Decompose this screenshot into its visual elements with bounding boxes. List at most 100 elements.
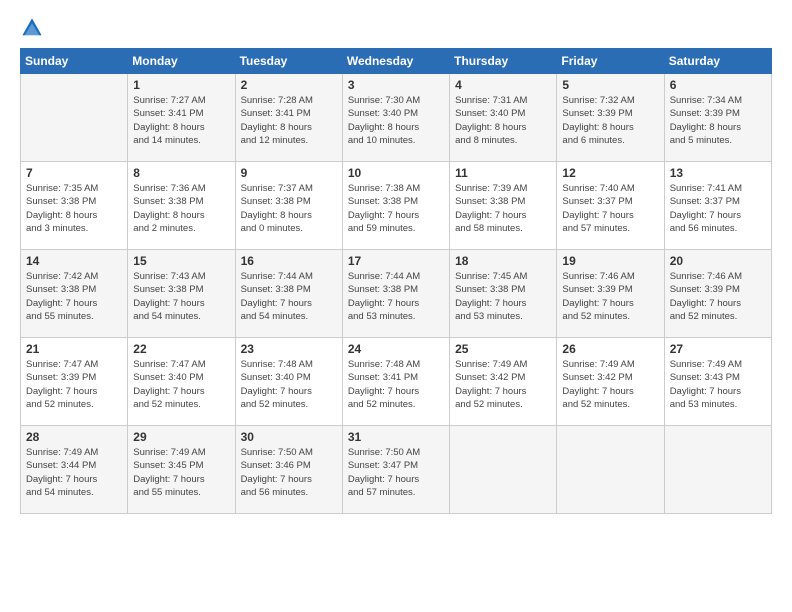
day-info: Sunrise: 7:38 AM Sunset: 3:38 PM Dayligh… bbox=[348, 182, 444, 235]
day-number: 26 bbox=[562, 342, 658, 356]
day-info: Sunrise: 7:50 AM Sunset: 3:46 PM Dayligh… bbox=[241, 446, 337, 499]
day-info: Sunrise: 7:46 AM Sunset: 3:39 PM Dayligh… bbox=[562, 270, 658, 323]
day-info: Sunrise: 7:50 AM Sunset: 3:47 PM Dayligh… bbox=[348, 446, 444, 499]
day-info: Sunrise: 7:42 AM Sunset: 3:38 PM Dayligh… bbox=[26, 270, 122, 323]
day-cell: 19 Sunrise: 7:46 AM Sunset: 3:39 PM Dayli… bbox=[557, 250, 664, 338]
day-cell: 18 Sunrise: 7:45 AM Sunset: 3:38 PM Dayli… bbox=[450, 250, 557, 338]
day-number: 3 bbox=[348, 78, 444, 92]
day-info: Sunrise: 7:27 AM Sunset: 3:41 PM Dayligh… bbox=[133, 94, 229, 147]
week-row-1: 7Sunrise: 7:35 AM Sunset: 3:38 PM Daylig… bbox=[21, 162, 772, 250]
day-cell: 28 Sunrise: 7:49 AM Sunset: 3:44 PM Dayli… bbox=[21, 426, 128, 514]
day-info: Sunrise: 7:37 AM Sunset: 3:38 PM Dayligh… bbox=[241, 182, 337, 235]
day-number: 27 bbox=[670, 342, 766, 356]
day-cell: 5 Sunrise: 7:32 AM Sunset: 3:39 PM Daylig… bbox=[557, 74, 664, 162]
day-info: Sunrise: 7:49 AM Sunset: 3:42 PM Dayligh… bbox=[455, 358, 551, 411]
day-number: 28 bbox=[26, 430, 122, 444]
day-info: Sunrise: 7:43 AM Sunset: 3:38 PM Dayligh… bbox=[133, 270, 229, 323]
day-number: 19 bbox=[562, 254, 658, 268]
day-cell: 12 Sunrise: 7:40 AM Sunset: 3:37 PM Dayli… bbox=[557, 162, 664, 250]
day-info: Sunrise: 7:47 AM Sunset: 3:40 PM Dayligh… bbox=[133, 358, 229, 411]
day-cell bbox=[664, 426, 771, 514]
day-info: Sunrise: 7:49 AM Sunset: 3:42 PM Dayligh… bbox=[562, 358, 658, 411]
day-cell: 25Sunrise: 7:49 AM Sunset: 3:42 PM Dayli… bbox=[450, 338, 557, 426]
day-info: Sunrise: 7:46 AM Sunset: 3:39 PM Dayligh… bbox=[670, 270, 766, 323]
day-cell: 8 Sunrise: 7:36 AM Sunset: 3:38 PM Daylig… bbox=[128, 162, 235, 250]
day-info: Sunrise: 7:31 AM Sunset: 3:40 PM Dayligh… bbox=[455, 94, 551, 147]
day-info: Sunrise: 7:41 AM Sunset: 3:37 PM Dayligh… bbox=[670, 182, 766, 235]
day-info: Sunrise: 7:28 AM Sunset: 3:41 PM Dayligh… bbox=[241, 94, 337, 147]
day-info: Sunrise: 7:40 AM Sunset: 3:37 PM Dayligh… bbox=[562, 182, 658, 235]
calendar-table: SundayMondayTuesdayWednesdayThursdayFrid… bbox=[20, 48, 772, 514]
day-cell: 29Sunrise: 7:49 AM Sunset: 3:45 PM Dayli… bbox=[128, 426, 235, 514]
day-number: 15 bbox=[133, 254, 229, 268]
day-number: 2 bbox=[241, 78, 337, 92]
day-cell: 2 Sunrise: 7:28 AM Sunset: 3:41 PM Daylig… bbox=[235, 74, 342, 162]
day-cell: 31 Sunrise: 7:50 AM Sunset: 3:47 PM Dayli… bbox=[342, 426, 449, 514]
day-number: 29 bbox=[133, 430, 229, 444]
day-number: 14 bbox=[26, 254, 122, 268]
calendar-header: SundayMondayTuesdayWednesdayThursdayFrid… bbox=[21, 49, 772, 74]
day-number: 7 bbox=[26, 166, 122, 180]
header-cell-sunday: Sunday bbox=[21, 49, 128, 74]
day-info: Sunrise: 7:48 AM Sunset: 3:41 PM Dayligh… bbox=[348, 358, 444, 411]
day-number: 12 bbox=[562, 166, 658, 180]
day-cell: 1 Sunrise: 7:27 AM Sunset: 3:41 PM Daylig… bbox=[128, 74, 235, 162]
day-number: 8 bbox=[133, 166, 229, 180]
day-number: 23 bbox=[241, 342, 337, 356]
day-cell: 15 Sunrise: 7:43 AM Sunset: 3:38 PM Dayli… bbox=[128, 250, 235, 338]
header-row: SundayMondayTuesdayWednesdayThursdayFrid… bbox=[21, 49, 772, 74]
header-cell-monday: Monday bbox=[128, 49, 235, 74]
day-cell: 9 Sunrise: 7:37 AM Sunset: 3:38 PM Daylig… bbox=[235, 162, 342, 250]
day-number: 21 bbox=[26, 342, 122, 356]
day-cell: 17Sunrise: 7:44 AM Sunset: 3:38 PM Dayli… bbox=[342, 250, 449, 338]
header-cell-thursday: Thursday bbox=[450, 49, 557, 74]
day-number: 30 bbox=[241, 430, 337, 444]
day-number: 18 bbox=[455, 254, 551, 268]
header bbox=[20, 16, 772, 40]
day-cell: 13 Sunrise: 7:41 AM Sunset: 3:37 PM Dayli… bbox=[664, 162, 771, 250]
day-number: 10 bbox=[348, 166, 444, 180]
day-cell bbox=[21, 74, 128, 162]
day-number: 22 bbox=[133, 342, 229, 356]
day-info: Sunrise: 7:44 AM Sunset: 3:38 PM Dayligh… bbox=[241, 270, 337, 323]
day-cell: 24 Sunrise: 7:48 AM Sunset: 3:41 PM Dayli… bbox=[342, 338, 449, 426]
day-number: 5 bbox=[562, 78, 658, 92]
day-number: 17 bbox=[348, 254, 444, 268]
day-number: 31 bbox=[348, 430, 444, 444]
day-cell: 30 Sunrise: 7:50 AM Sunset: 3:46 PM Dayli… bbox=[235, 426, 342, 514]
header-cell-tuesday: Tuesday bbox=[235, 49, 342, 74]
day-info: Sunrise: 7:49 AM Sunset: 3:44 PM Dayligh… bbox=[26, 446, 122, 499]
page: SundayMondayTuesdayWednesdayThursdayFrid… bbox=[0, 0, 792, 612]
day-cell: 6 Sunrise: 7:34 AM Sunset: 3:39 PM Daylig… bbox=[664, 74, 771, 162]
day-number: 24 bbox=[348, 342, 444, 356]
day-info: Sunrise: 7:39 AM Sunset: 3:38 PM Dayligh… bbox=[455, 182, 551, 235]
day-cell: 4 Sunrise: 7:31 AM Sunset: 3:40 PM Daylig… bbox=[450, 74, 557, 162]
logo bbox=[20, 16, 48, 40]
day-info: Sunrise: 7:34 AM Sunset: 3:39 PM Dayligh… bbox=[670, 94, 766, 147]
calendar-body: 1 Sunrise: 7:27 AM Sunset: 3:41 PM Daylig… bbox=[21, 74, 772, 514]
day-cell: 26 Sunrise: 7:49 AM Sunset: 3:42 PM Dayli… bbox=[557, 338, 664, 426]
day-cell: 11 Sunrise: 7:39 AM Sunset: 3:38 PM Dayli… bbox=[450, 162, 557, 250]
day-number: 13 bbox=[670, 166, 766, 180]
day-cell: 22 Sunrise: 7:47 AM Sunset: 3:40 PM Dayli… bbox=[128, 338, 235, 426]
day-cell: 14 Sunrise: 7:42 AM Sunset: 3:38 PM Dayli… bbox=[21, 250, 128, 338]
day-cell: 7Sunrise: 7:35 AM Sunset: 3:38 PM Daylig… bbox=[21, 162, 128, 250]
week-row-4: 28 Sunrise: 7:49 AM Sunset: 3:44 PM Dayli… bbox=[21, 426, 772, 514]
day-number: 11 bbox=[455, 166, 551, 180]
day-number: 16 bbox=[241, 254, 337, 268]
day-info: Sunrise: 7:45 AM Sunset: 3:38 PM Dayligh… bbox=[455, 270, 551, 323]
logo-icon bbox=[20, 16, 44, 40]
day-cell: 27 Sunrise: 7:49 AM Sunset: 3:43 PM Dayli… bbox=[664, 338, 771, 426]
day-info: Sunrise: 7:32 AM Sunset: 3:39 PM Dayligh… bbox=[562, 94, 658, 147]
day-number: 1 bbox=[133, 78, 229, 92]
week-row-3: 21 Sunrise: 7:47 AM Sunset: 3:39 PM Dayli… bbox=[21, 338, 772, 426]
day-cell: 3Sunrise: 7:30 AM Sunset: 3:40 PM Daylig… bbox=[342, 74, 449, 162]
day-cell: 10 Sunrise: 7:38 AM Sunset: 3:38 PM Dayli… bbox=[342, 162, 449, 250]
day-number: 9 bbox=[241, 166, 337, 180]
week-row-2: 14 Sunrise: 7:42 AM Sunset: 3:38 PM Dayli… bbox=[21, 250, 772, 338]
day-info: Sunrise: 7:36 AM Sunset: 3:38 PM Dayligh… bbox=[133, 182, 229, 235]
day-info: Sunrise: 7:47 AM Sunset: 3:39 PM Dayligh… bbox=[26, 358, 122, 411]
day-number: 4 bbox=[455, 78, 551, 92]
day-info: Sunrise: 7:49 AM Sunset: 3:43 PM Dayligh… bbox=[670, 358, 766, 411]
day-number: 6 bbox=[670, 78, 766, 92]
